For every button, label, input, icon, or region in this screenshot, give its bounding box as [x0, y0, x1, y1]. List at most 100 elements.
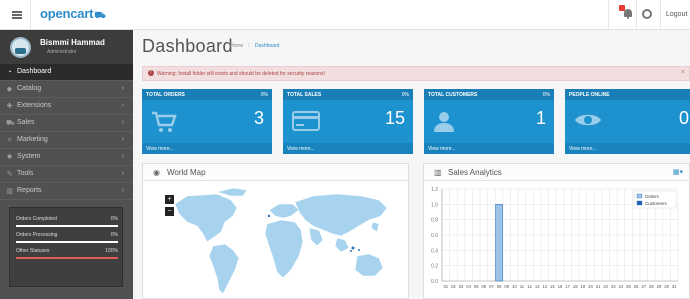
x-tick-label: 06 — [482, 284, 487, 289]
tile-percent: 0% — [260, 92, 268, 98]
x-tick-label: 12 — [527, 284, 532, 289]
logo-text: opencart — [40, 6, 94, 21]
menu-icon[interactable] — [12, 11, 22, 19]
puzzle-icon: ✚ — [6, 103, 13, 110]
view-more-link[interactable]: View more... — [428, 146, 456, 152]
x-tick-label: 30 — [664, 284, 669, 289]
user-name: Bismmi Hammad — [40, 38, 105, 47]
x-tick-label: 10 — [512, 284, 517, 289]
x-tick-label: 07 — [489, 284, 494, 289]
y-tick-label: 1.0 — [431, 202, 438, 208]
x-tick-label: 05 — [474, 284, 479, 289]
stat-percent: 100% — [105, 248, 118, 254]
alert-text: Warning: Install folder still exists and… — [157, 71, 325, 77]
chevron-right-icon: › — [121, 187, 124, 194]
notification-badge — [619, 5, 625, 11]
x-tick-label: 22 — [603, 284, 608, 289]
tile-value: 1 — [535, 108, 546, 128]
sidebar-item-label: Tools — [17, 170, 34, 177]
chevron-right-icon: › — [121, 136, 124, 143]
tile-footer[interactable]: View more... — [424, 143, 554, 154]
stat-progress-bar — [16, 225, 118, 227]
tile-value: 3 — [253, 108, 264, 128]
stat-label: Orders Processing — [16, 232, 58, 238]
sidebar-item-catalog[interactable]: ◆ Catalog › — [0, 81, 133, 98]
tile-title: TOTAL SALES — [287, 92, 322, 98]
world-map[interactable] — [173, 186, 403, 298]
x-tick-label: 20 — [588, 284, 593, 289]
help-icon[interactable] — [642, 9, 652, 19]
sidebar-item-dashboard[interactable]: ◔ Dashboard — [0, 64, 133, 81]
bar-chart-icon: ▥ — [434, 168, 442, 177]
sidebar-item-marketing[interactable]: < Marketing › — [0, 132, 133, 149]
tile-total-orders: TOTAL ORDERS 0% 3 View more... — [142, 89, 272, 154]
view-more-link[interactable]: View more... — [569, 146, 597, 152]
warning-alert: ! Warning: Install folder still exists a… — [142, 66, 690, 81]
breadcrumb-current[interactable]: Dashboard — [255, 43, 279, 49]
sidebar-item-label: Marketing — [17, 136, 48, 143]
breadcrumb-home[interactable]: Home — [230, 43, 243, 49]
x-tick-label: 13 — [535, 284, 540, 289]
bar-orders — [495, 204, 503, 282]
opencart-logo[interactable]: opencart⛟ — [40, 6, 106, 22]
dashboard-icon: ◔ — [7, 69, 12, 76]
x-tick-label: 29 — [657, 284, 662, 289]
x-tick-label: 25 — [626, 284, 631, 289]
legend-label: Customers — [645, 201, 668, 206]
stat-progress-bar — [16, 241, 118, 243]
calendar-dropdown-button[interactable]: ▦▾ — [673, 168, 683, 176]
cart-icon — [152, 111, 177, 132]
x-tick-label: 09 — [504, 284, 509, 289]
sales-analytics-chart: 1.21.00.80.60.40.20.001 02 03 04 05 06 07 08 09 1… — [431, 187, 679, 289]
x-tick-label: 03 — [459, 284, 464, 289]
header-divider — [608, 0, 609, 30]
tile-header: TOTAL CUSTOMERS 0% — [424, 89, 554, 100]
x-tick-label: 16 — [558, 284, 563, 289]
logout-link[interactable]: Logout — [666, 11, 687, 18]
sidebar-item-sales[interactable]: ⛟ Sales › — [0, 115, 133, 132]
header-divider — [660, 0, 661, 30]
x-tick-label: 21 — [596, 284, 601, 289]
tile-footer[interactable]: View more... — [283, 143, 413, 154]
tile-total-customers: TOTAL CUSTOMERS 0% 1 View more... — [424, 89, 554, 154]
sidebar-item-reports[interactable]: ▥ Reports › — [0, 183, 133, 200]
sidebar-item-system[interactable]: ✹ System › — [0, 149, 133, 166]
tile-footer[interactable]: View more... — [142, 143, 272, 154]
x-tick-label: 28 — [649, 284, 654, 289]
x-tick-label: 23 — [611, 284, 616, 289]
y-tick-label: 0.0 — [431, 279, 438, 285]
tile-title: TOTAL CUSTOMERS — [428, 92, 478, 98]
view-more-link[interactable]: View more... — [146, 146, 174, 152]
sidebar-item-tools[interactable]: ✎ Tools › — [0, 166, 133, 183]
tile-footer[interactable]: View more... — [565, 143, 690, 154]
stat-progress-fill — [16, 257, 118, 259]
breadcrumb-separator: / — [248, 43, 250, 49]
avatar — [10, 37, 31, 58]
sidebar-item-label: Dashboard — [17, 68, 52, 75]
view-more-link[interactable]: View more... — [287, 146, 315, 152]
x-tick-label: 14 — [542, 284, 547, 289]
user-profile[interactable]: Bismmi Hammad Administrator — [0, 30, 133, 64]
stat-other-statuses: Other Statuses 100% — [16, 248, 118, 264]
x-tick-label: 17 — [565, 284, 570, 289]
stat-orders-processing: Orders Processing 0% — [16, 232, 118, 248]
order-status-panel: Orders Completed 0% Orders Processing 0%… — [9, 207, 123, 287]
close-icon[interactable]: × — [681, 69, 685, 76]
bar-chart-icon: ▥ — [6, 188, 13, 195]
panel-title: World Map — [167, 168, 206, 177]
user-icon — [434, 112, 454, 132]
x-tick-label: 31 — [672, 284, 677, 289]
chevron-right-icon: › — [121, 170, 124, 177]
chevron-right-icon: › — [121, 102, 124, 109]
logo-cart-icon: ⛟ — [94, 10, 106, 20]
sidebar-item-extensions[interactable]: ✚ Extensions › — [0, 98, 133, 115]
x-tick-label: 11 — [520, 284, 525, 289]
tile-header: TOTAL ORDERS 0% — [142, 89, 272, 100]
chevron-right-icon: › — [121, 85, 124, 92]
bell-icon[interactable] — [624, 9, 632, 19]
tile-header: TOTAL SALES 0% — [283, 89, 413, 100]
y-tick-label: 1.2 — [431, 187, 438, 193]
warning-icon: ! — [148, 70, 154, 76]
x-tick-label: 19 — [581, 284, 586, 289]
stat-percent: 0% — [110, 232, 118, 238]
